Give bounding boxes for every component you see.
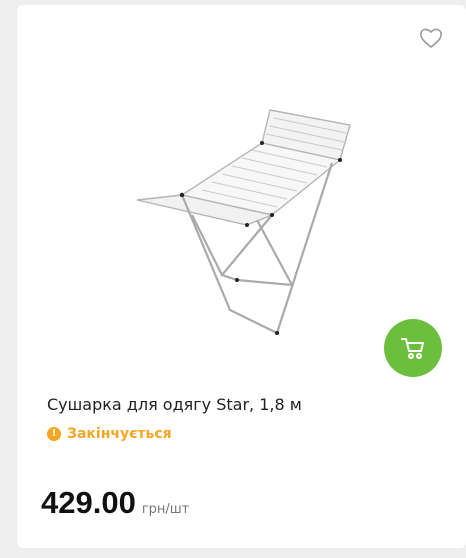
favorite-button[interactable] — [419, 27, 443, 49]
cart-icon — [401, 338, 424, 359]
add-to-cart-button[interactable] — [384, 319, 442, 377]
price: 429.00 грн/шт — [41, 485, 189, 521]
stock-status-text: Закінчується — [67, 426, 172, 442]
price-value: 429.00 — [41, 485, 136, 520]
heart-outline-icon — [420, 28, 442, 48]
price-unit: грн/шт — [141, 502, 190, 517]
stock-status: ! Закінчується — [47, 426, 172, 442]
exclamation-icon: ! — [47, 427, 61, 441]
product-title[interactable]: Сушарка для одягу Star, 1,8 м — [47, 395, 302, 414]
product-card[interactable]: Сушарка для одягу Star, 1,8 м ! Закінчує… — [17, 5, 466, 548]
product-image[interactable] — [122, 105, 362, 345]
